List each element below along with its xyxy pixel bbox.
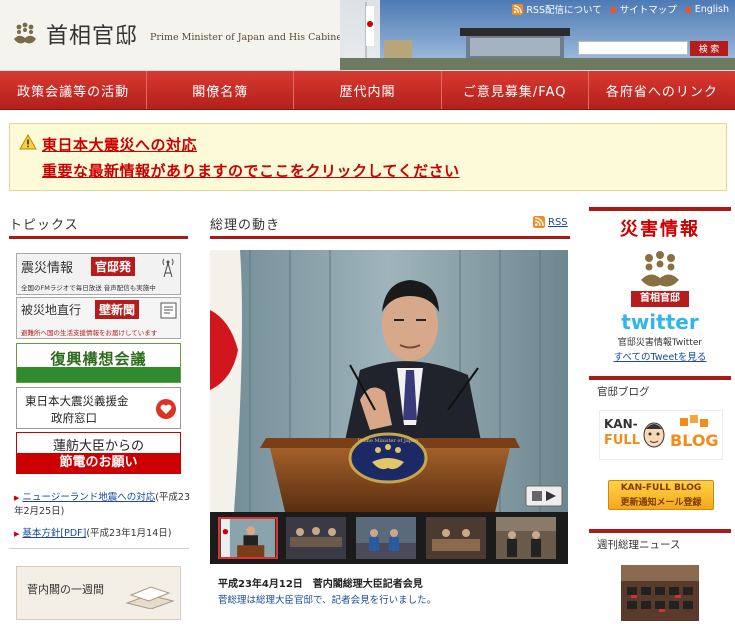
banner-text: 被災地直行 <box>21 303 82 317</box>
paulownia-crest-icon <box>629 248 691 290</box>
banner-text: 蓮舫大臣からの <box>52 439 144 454</box>
site-logo[interactable]: 首相官邸 Prime Minister of Japan and His Cab… <box>12 18 346 50</box>
nav-item-past-cabinets[interactable]: 歴代内閣 <box>294 71 442 109</box>
disaster-info-panel: 災害情報 首相官邸 twitter 官邸災害情報Twitter すべてのTwee… <box>589 207 731 368</box>
nav-item-ministry-links[interactable]: 各府省へのリンク <box>589 71 735 109</box>
banner-text: 菅内閣の一週間 <box>27 583 104 596</box>
banner-power-saving-request[interactable]: 蓮舫大臣からの 節電のお願い <box>16 432 181 474</box>
triangle-bullet-icon: ▶ <box>14 494 20 502</box>
utility-links: RSS配信について ● サイトマップ ● English <box>512 2 729 16</box>
disaster-info-heading: 災害情報 <box>620 219 700 240</box>
kantei-label: 首相官邸 <box>631 291 689 307</box>
english-link[interactable]: ● English <box>685 2 729 16</box>
banner-donation-window[interactable]: 東日本大震災義援金 政府窓口 <box>16 387 181 429</box>
search-button[interactable]: 検 索 <box>690 41 728 56</box>
photo-caption-description[interactable]: 菅総理は総理大臣官邸で、記者会見を行いました。 <box>218 592 436 606</box>
radio-tower-icon <box>162 258 174 277</box>
twitter-subtitle: 官邸災害情報Twitter <box>617 338 703 348</box>
nav-item-policy-councils[interactable]: 政策会議等の活動 <box>0 71 148 109</box>
triangle-bullet-icon: ▶ <box>14 530 20 538</box>
thumbnail-meeting[interactable] <box>286 517 346 559</box>
topics-heading: トピックス <box>9 214 188 239</box>
thumbnail-ceremony[interactable] <box>496 517 556 559</box>
thumbnail-press-conference[interactable] <box>218 517 278 559</box>
banner-text: 復興構想会議 <box>50 350 147 368</box>
kantei-blog-heading: 官邸ブログ <box>597 386 650 398</box>
banner-subtext: 避難所へ国の生活支援情報をお届けしています <box>21 329 158 337</box>
podium-label: Prime Minister of Japan <box>358 438 419 444</box>
main-nav: 政策会議等の活動 閣僚名簿 歴代内閣 ご意見募集/FAQ 各府省へのリンク <box>0 71 735 110</box>
topic-link-nz-earthquake[interactable]: ニュージーランド地震への対応 <box>22 492 155 503</box>
photo-caption-title: 平成23年4月12日 菅内閣総理大臣記者会見 <box>218 579 423 590</box>
banner-text: 政府窓口 <box>51 411 97 425</box>
newspaper-icon <box>160 302 177 319</box>
banner-disaster-info-radio[interactable]: 震災情報 官邸発 全国のFMラジオで毎日放送 音声配信も実施中 <box>16 253 181 295</box>
banner-cabinet-weekly[interactable]: 菅内閣の一週間 <box>16 566 181 620</box>
pm-press-conference-photo[interactable]: Prime Minister of Japan <box>210 250 568 512</box>
blog-mail-notice-button[interactable]: KAN-FULL BLOG 更新通知メール登録 <box>608 480 714 510</box>
topic-date: (平成23年1月14日) <box>86 528 172 539</box>
emergency-alert-box: 東日本大震災への対応 重要な最新情報がありますのでここをクリックしてください <box>9 123 727 191</box>
logo-text-jp: 首相官邸 <box>46 24 139 49</box>
list-item: ▶ ニュージーランド地震への対応(平成23年2月25日) <box>14 491 190 519</box>
thumbnail-strip <box>210 512 568 564</box>
banner-text: 節電のお願い <box>17 453 180 473</box>
pm-caricature-icon <box>643 422 665 448</box>
banner-subtext: 全国のFMラジオで毎日放送 音声配信も実施中 <box>21 284 156 292</box>
blog-squares-icon <box>680 415 708 427</box>
banner-tag: 官邸発 <box>91 257 136 276</box>
nav-item-faq[interactable]: ご意見募集/FAQ <box>442 71 589 109</box>
rss-icon <box>533 216 545 228</box>
banner-wall-newspaper[interactable]: 被災地直行 壁新聞 避難所へ国の生活支援情報をお届けしています <box>16 297 181 339</box>
kantei-twitter-badge[interactable]: 首相官邸 <box>629 248 691 308</box>
header: 首相官邸 Prime Minister of Japan and His Cab… <box>0 0 735 71</box>
thumbnail-visit[interactable] <box>356 517 416 559</box>
logo-text-en: Prime Minister of Japan and His Cabinet <box>150 31 346 43</box>
list-item: ▶ 基本方針[PDF](平成23年1月14日) <box>14 527 190 541</box>
topic-link-basic-policy[interactable]: 基本方針[PDF] <box>22 528 86 539</box>
video-play-button[interactable] <box>525 485 563 507</box>
paulownia-crest-icon <box>14 22 36 44</box>
heart-icon <box>156 399 176 419</box>
sitemap-link[interactable]: ● サイトマップ <box>609 2 677 17</box>
warning-icon <box>19 134 37 150</box>
arrow-icon: ● <box>609 4 617 14</box>
book-icon <box>125 586 175 609</box>
diet-session-photo[interactable] <box>621 565 699 621</box>
rss-info-link[interactable]: RSS配信について <box>512 2 602 16</box>
banner-text: 震災情報 <box>21 261 74 276</box>
banner-tag: 壁新聞 <box>95 300 140 319</box>
rss-icon <box>512 3 524 15</box>
alert-link-click-here[interactable]: 重要な最新情報がありますのでここをクリックしてください <box>42 160 460 181</box>
all-tweets-link[interactable]: すべてのTweetを見る <box>589 349 731 363</box>
divider <box>9 548 189 549</box>
arrow-icon: ● <box>684 4 692 14</box>
weekly-pm-news-heading: 週刊総理ニュース <box>597 539 681 551</box>
nav-item-cabinet-list[interactable]: 閣僚名簿 <box>147 71 295 109</box>
search-input[interactable] <box>578 41 688 55</box>
pm-activities-heading: 総理の動き <box>210 214 570 239</box>
thumbnail-conference-room[interactable] <box>426 517 486 559</box>
alert-link-disaster-response[interactable]: 東日本大震災への対応 <box>42 134 197 155</box>
banner-text: 東日本大震災義援金 <box>25 394 129 408</box>
rss-link[interactable]: RSS <box>533 216 568 228</box>
twitter-logo[interactable]: twitter <box>589 310 731 334</box>
banner-reconstruction-council[interactable]: 復興構想会議 <box>16 343 181 383</box>
kan-full-blog-logo[interactable]: KAN- FULL BLOG <box>599 410 723 460</box>
